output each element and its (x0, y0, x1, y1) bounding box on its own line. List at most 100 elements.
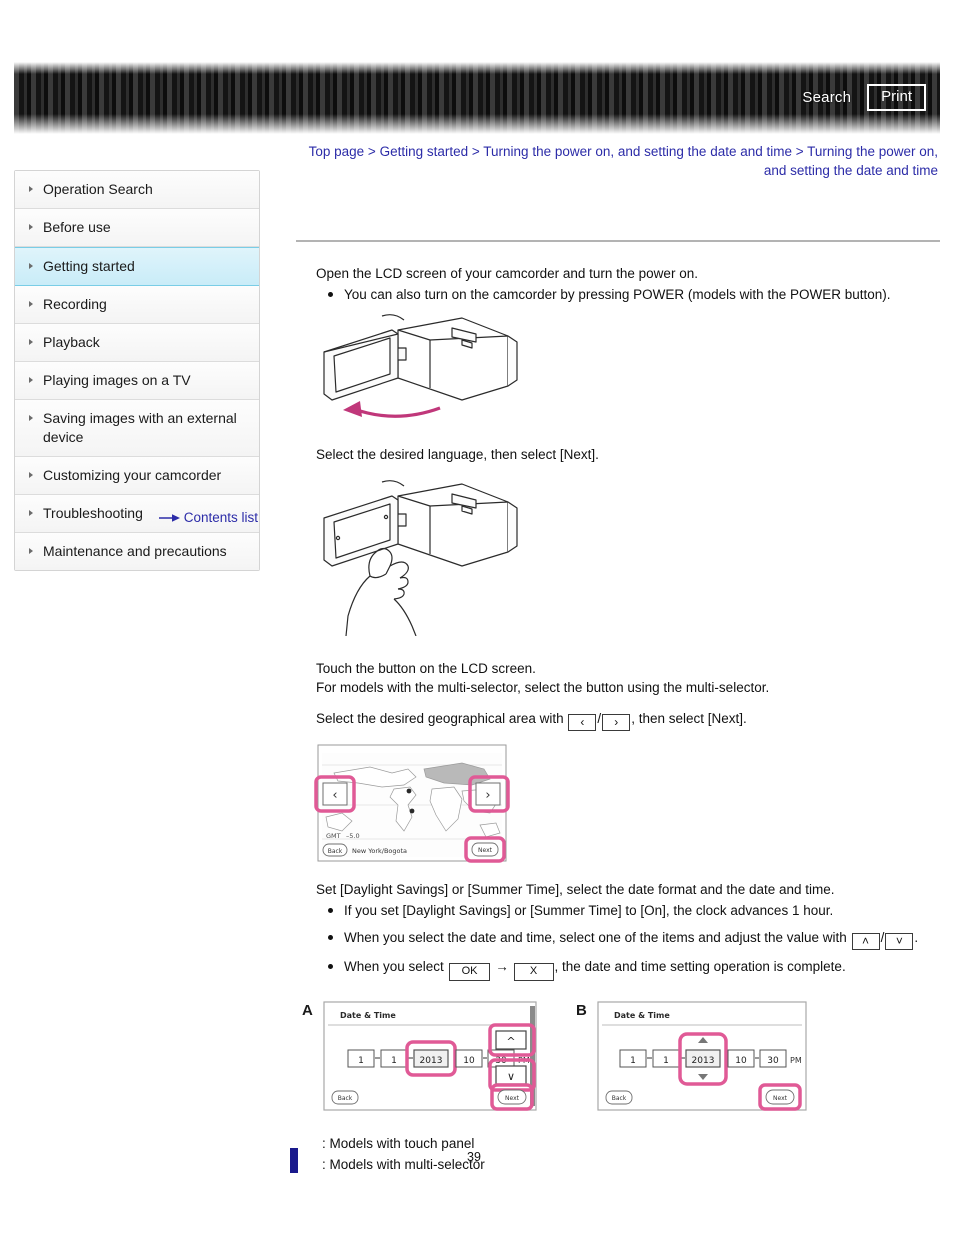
bullet-dot-icon (328, 292, 333, 297)
chevron-right-icon (29, 186, 33, 192)
svg-text:Next: Next (478, 847, 493, 854)
svg-text:PM: PM (790, 1056, 802, 1065)
chevron-right-icon (29, 472, 33, 478)
svg-text:2013: 2013 (692, 1056, 715, 1066)
svg-text:10: 10 (463, 1056, 475, 1066)
sidebar-item-maintenance-and-precautions[interactable]: Maintenance and precautions (15, 533, 259, 570)
step4-key-separator: / (597, 711, 602, 726)
sidebar-item-label: Getting started (43, 258, 135, 274)
breadcrumb-separator: > (367, 144, 376, 159)
step4-prefix: Select the desired geographical area wit… (316, 711, 564, 726)
sidebar-item-label: Recording (43, 296, 107, 312)
screenshot-label-a: A (302, 1002, 313, 1019)
svg-text:Back: Back (612, 1095, 627, 1102)
svg-text:1: 1 (358, 1056, 364, 1066)
sidebar-item-label: Saving images with an external device (43, 410, 237, 445)
svg-text:1: 1 (663, 1056, 669, 1066)
svg-text:–5.0: –5.0 (346, 832, 360, 840)
main-content: Open the LCD screen of your camcorder an… (296, 240, 940, 1175)
ok-key-icon: OK (448, 963, 491, 981)
search-button[interactable]: Search (802, 89, 851, 106)
sidebar-item-recording[interactable]: Recording (15, 286, 259, 324)
close-key-icon: X (513, 963, 554, 981)
page-number: 39 (467, 1150, 481, 1164)
svg-text:Back: Back (328, 848, 343, 855)
chevron-right-icon (29, 224, 33, 230)
datetime-screenshot-row: A Date & Time 1 1 2013 10 30 PM ^ ∨ Back… (302, 998, 940, 1123)
svg-text:^: ^ (506, 1035, 515, 1048)
left-arrow-key-icon: ‹ (568, 714, 597, 731)
sidebar-item-before-use[interactable]: Before use (15, 209, 259, 247)
svg-text:GMT: GMT (326, 832, 341, 840)
site-header-banner: Search Print (14, 62, 940, 134)
svg-text:Next: Next (773, 1095, 788, 1102)
breadcrumb-item-getting-started[interactable]: Getting started (380, 144, 469, 159)
svg-text:1: 1 (630, 1056, 636, 1066)
arrow-right-icon (158, 511, 181, 526)
bullet-dot-icon (328, 908, 333, 913)
header-controls: Search Print (802, 84, 926, 111)
sidebar-item-label: Before use (43, 219, 111, 235)
breadcrumb-separator: > (795, 144, 804, 159)
print-button[interactable]: Print (867, 84, 926, 111)
step4-suffix: , then select [Next]. (631, 711, 747, 726)
chevron-right-icon (29, 339, 33, 345)
sidebar-item-playing-images-on-a-tv[interactable]: Playing images on a TV (15, 362, 259, 400)
step5-bullet3-suffix: , the date and time setting operation is… (554, 959, 846, 974)
list-item: You can also turn on the camcorder by pr… (326, 285, 940, 305)
screenshot-area-selection: ‹ › GMT –5.0 Back New York/Bogota Next (312, 743, 940, 870)
chevron-right-icon (29, 377, 33, 383)
list-item: When you select the date and time, selec… (326, 928, 940, 950)
sidebar-item-saving-images-external-device[interactable]: Saving images with an external device (15, 400, 259, 457)
breadcrumb-item-top-page[interactable]: Top page (309, 144, 365, 159)
svg-text:Date & Time: Date & Time (614, 1011, 670, 1020)
step5-bullet1-text: If you set [Daylight Savings] or [Summer… (344, 903, 834, 918)
list-item: When you select OK → X, the date and tim… (326, 957, 940, 981)
step1-bullet-text: You can also turn on the camcorder by pr… (344, 287, 891, 302)
step2-text: Select the desired language, then select… (316, 447, 599, 462)
chevron-right-icon (29, 415, 33, 421)
step4-text: Select the desired geographical area wit… (316, 709, 940, 731)
list-item: If you set [Daylight Savings] or [Summer… (326, 901, 940, 921)
breadcrumb-separator: > (471, 144, 480, 159)
sidebar-item-label: Playback (43, 334, 100, 350)
up-arrow-key-icon: ˄ (851, 933, 880, 950)
svg-text:Next: Next (505, 1095, 520, 1102)
svg-text:Date & Time: Date & Time (340, 1011, 396, 1020)
sidebar-item-label: Customizing your camcorder (43, 467, 222, 483)
step1-text: Open the LCD screen of your camcorder an… (316, 266, 698, 281)
screenshot-datetime-b: B Date & Time 1 1 2013 10 30 PM Back Nex… (576, 998, 820, 1123)
step5-bullet2-separator: / (880, 930, 885, 945)
step5-text: Set [Daylight Savings] or [Summer Time],… (316, 882, 835, 897)
screenshot-label-b: B (576, 1002, 587, 1019)
svg-text:Back: Back (338, 1095, 353, 1102)
step3-line1: Touch the button on the LCD screen. (316, 661, 536, 676)
sidebar-item-label: Maintenance and precautions (43, 543, 227, 559)
sidebar-item-operation-search[interactable]: Operation Search (15, 171, 259, 209)
sidebar-item-customizing-your-camcorder[interactable]: Customizing your camcorder (15, 457, 259, 495)
breadcrumb-item-section[interactable]: Turning the power on, and setting the da… (483, 144, 792, 159)
sidebar-item-label: Playing images on a TV (43, 372, 191, 388)
right-arrow-key-icon: › (602, 714, 631, 731)
step3-line2: For models with the multi-selector, sele… (316, 680, 770, 695)
bullet-dot-icon (328, 935, 333, 940)
step5-bullet2-prefix: When you select the date and time, selec… (344, 930, 847, 945)
svg-text:10: 10 (735, 1056, 747, 1066)
illustration-open-lcd (312, 312, 940, 427)
svg-text:30: 30 (767, 1056, 779, 1066)
contents-list-link[interactable]: Contents list (14, 510, 258, 526)
svg-text:∨: ∨ (507, 1070, 515, 1083)
down-arrow-key-icon: ˅ (885, 933, 914, 950)
step5-bullet2-suffix: . (914, 930, 919, 945)
step5-bullet3-arrow: → (495, 959, 509, 974)
sidebar-item-getting-started[interactable]: Getting started (15, 247, 259, 286)
breadcrumb: Top page > Getting started > Turning the… (300, 142, 938, 180)
svg-text:1: 1 (391, 1056, 397, 1066)
content-divider (296, 240, 940, 242)
svg-text:New York/Bogota: New York/Bogota (352, 847, 407, 855)
sidebar-item-playback[interactable]: Playback (15, 324, 259, 362)
chevron-right-icon (29, 263, 33, 269)
step5-bullet-list: If you set [Daylight Savings] or [Summer… (296, 901, 940, 981)
sidebar-item-label: Operation Search (43, 181, 153, 197)
chevron-right-icon (29, 301, 33, 307)
